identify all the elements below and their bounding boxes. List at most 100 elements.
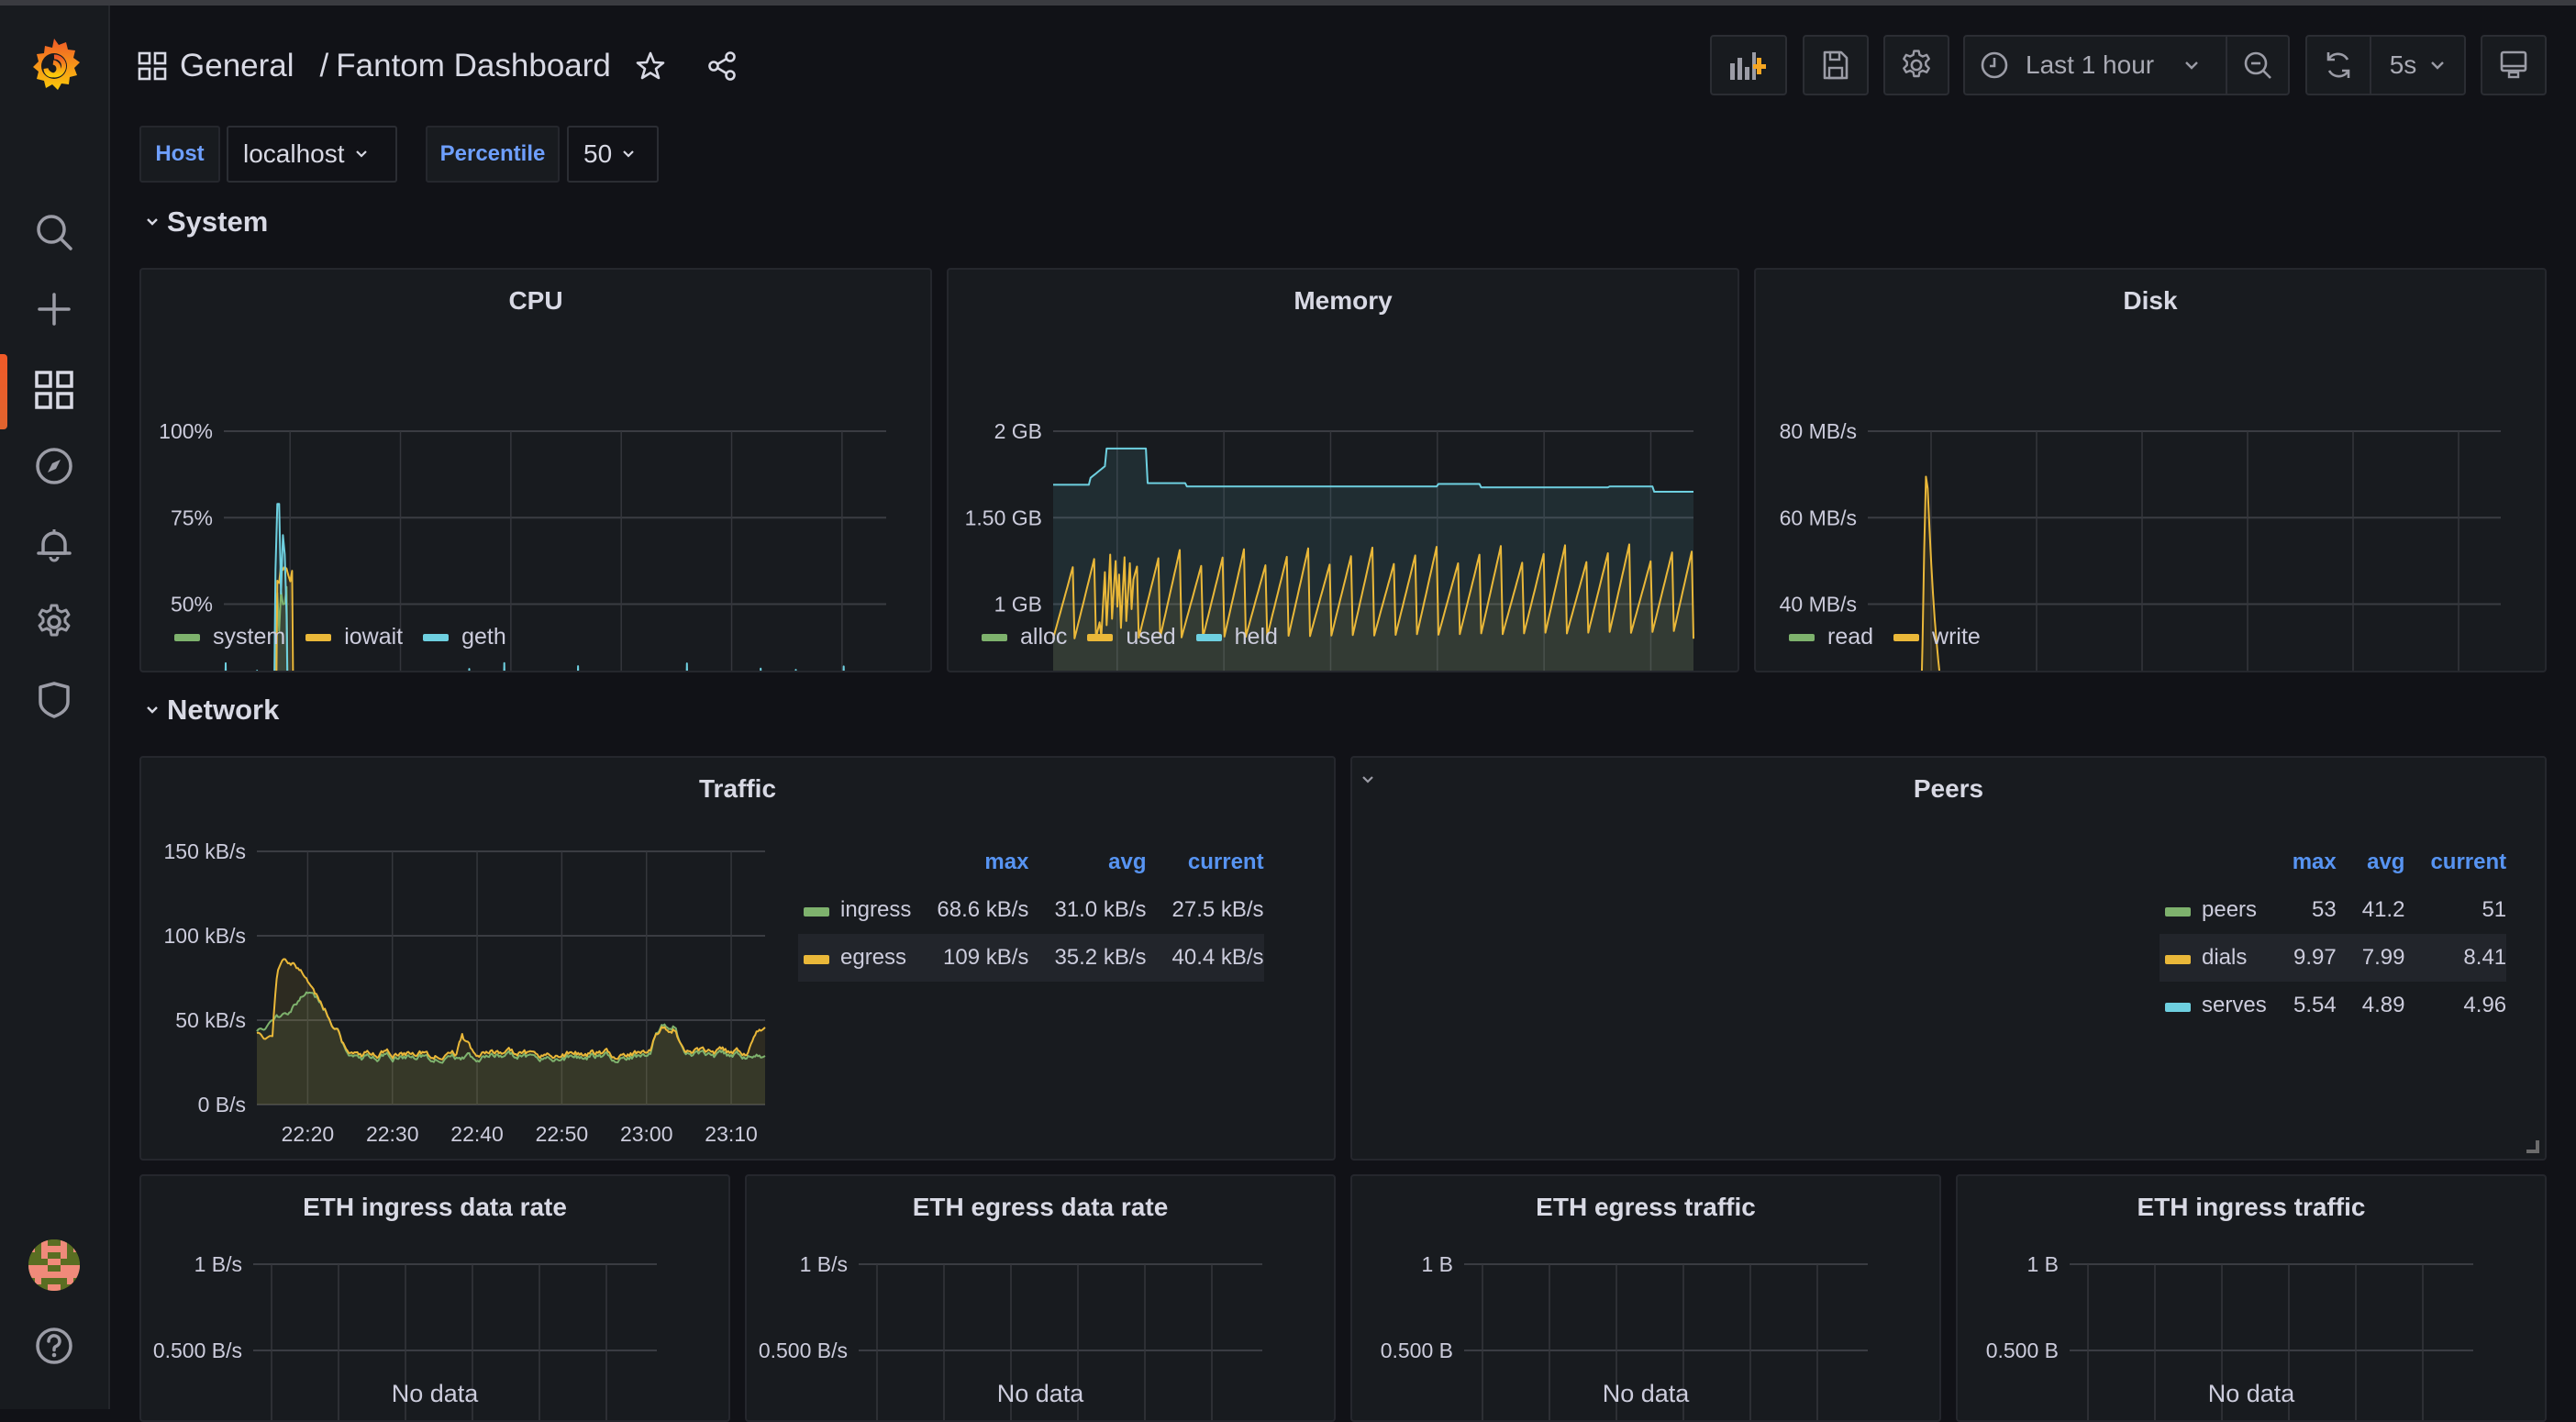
panel-eth-ingress-data-rate[interactable]: ETH ingress data rate 0.500 B/s 1 B/s No … [139,1174,730,1422]
resize-handle[interactable] [2526,1140,2539,1153]
tv-mode-button[interactable] [2481,35,2547,95]
x-tick-label: 23:00 [620,1122,673,1146]
clock-icon [1981,51,2008,79]
plus-icon [38,293,71,326]
legend-swatch [982,633,1007,641]
legend-item-read[interactable]: read [1789,624,1873,650]
row-system-title: System [167,206,269,238]
grafana-logo[interactable] [26,35,83,95]
y-tick-label: 60 MB/s [1780,505,1857,529]
legend-column-avg[interactable]: avg [1028,839,1146,886]
cpu-chart: 0%25%50%75%100%22:2022:3022:4022:5023:00… [159,419,886,671]
refresh-icon [2326,52,2350,78]
breadcrumb-folder[interactable]: General [180,48,294,84]
dashboards-icon [35,371,73,409]
variable-host-select[interactable]: localhost [227,126,397,183]
memory-chart: 0 B500 MB1 GB1.50 GB2 GB22:2022:3022:402… [965,419,1694,671]
y-tick-label: 0.500 B [1381,1339,1453,1362]
save-dashboard-button[interactable] [1803,35,1869,95]
y-tick-label: 1 B/s [194,1252,242,1276]
panel-memory[interactable]: Memory 0 B500 MB1 GB1.50 GB2 GB22:2022:3… [947,268,1739,672]
user-avatar[interactable] [28,1239,80,1291]
legend-item-alloc[interactable]: alloc [982,624,1067,650]
panel-peers[interactable]: Peers 020406022:2022:3022:4022:5023:0023… [1350,756,2547,1161]
legend-item-system[interactable]: system [174,624,285,650]
legend-header-row: max avg current [798,839,1264,886]
row-system-header[interactable]: System [145,206,268,239]
chevron-down-icon [355,150,367,158]
legend-column-max[interactable]: max [2267,839,2337,886]
legend-swatch [423,633,450,641]
panel-eth-egress-data-rate[interactable]: ETH egress data rate 0.500 B/s 1 B/s No d… [745,1174,1336,1422]
legend-value-avg: 4.89 [2361,993,2405,1017]
x-tick-label: 22:50 [536,1122,589,1146]
legend-column-blank [2198,839,2267,886]
legend-swatch [1789,633,1815,641]
legend-value-avg: 35.2 kB/s [1028,934,1147,982]
sidebar-item-search[interactable] [31,209,77,255]
sidebar-item-alerting[interactable] [31,521,77,567]
series-line-iowait [275,563,294,671]
dashboard-settings-button[interactable] [1883,35,1949,95]
panel-cpu[interactable]: CPU 0%25%50%75%100%22:2022:3022:4022:502… [139,268,932,672]
legend-column-max[interactable]: max [911,839,1028,886]
legend-swatch [174,633,200,641]
sidebar-item-create[interactable] [31,286,77,332]
variable-percentile-label: Percentile [426,126,560,183]
disk-chart: 0 B/s20 MB/s40 MB/s60 MB/s80 MB/s22:2022… [1780,419,2501,671]
add-panel-icon [1730,52,1766,80]
panel-traffic[interactable]: Traffic 0 B/s 50 kB/s 100 kB/s 150 kB/s 22:2… [139,756,1336,1161]
legend-row-peers[interactable]: peers 53 41.2 51 [2160,886,2506,934]
legend-label: egress [837,934,912,982]
legend-swatch [2160,934,2198,982]
time-range-picker[interactable]: Last 1 hour [1963,35,2227,95]
legend-item-iowait[interactable]: iowait [305,624,403,650]
panel-eth-egress-traffic[interactable]: ETH egress traffic 0.500 B1 B No data [1350,1174,1941,1422]
add-panel-button[interactable] [1710,35,1787,95]
legend-value-current: 4.96 [2463,993,2507,1017]
legend-value-max: 5.54 [2293,993,2337,1017]
sidebar-item-server-admin[interactable] [31,677,77,723]
zoom-out-icon [2244,51,2271,79]
refresh-interval-picker[interactable]: 5s [2370,35,2466,95]
sidebar-item-configuration[interactable] [31,599,77,645]
legend-table: max avg current ingress 68.6 kB/s 31.0 kB/s 27… [798,839,1264,982]
legend-item-geth[interactable]: geth [423,624,506,650]
legend-row-ingress[interactable]: ingress 68.6 kB/s 31.0 kB/s 27.5 kB/s [798,886,1264,934]
legend-item-held[interactable]: held [1195,624,1278,650]
star-icon[interactable] [635,50,666,82]
variable-percentile-value: 50 [583,139,613,168]
chevron-down-icon [623,150,634,158]
legend-value-current: 27.5 kB/s [1171,897,1264,922]
legend-row-dials[interactable]: dials 9.97 7.99 8.41 [2160,934,2507,982]
row-network-header[interactable]: Network [145,694,279,727]
share-icon[interactable] [706,50,738,82]
dashboard-title[interactable]: Fantom Dashboard [336,48,611,84]
y-tick-label: 1 B/s [800,1252,848,1276]
legend-swatch [798,886,837,934]
legend-column-current[interactable]: current [1147,839,1264,886]
legend-item-used[interactable]: used [1087,624,1176,650]
refresh-button[interactable] [2305,35,2371,95]
legend-label: geth [461,624,506,650]
legend-label: system [213,624,286,650]
chevron-down-icon [2431,61,2445,70]
legend-item-write[interactable]: write [1893,624,1981,650]
variable-percentile-select[interactable]: 50 [567,126,659,183]
panel-disk[interactable]: Disk 0 B/s20 MB/s40 MB/s60 MB/s80 MB/s22… [1754,268,2547,672]
legend-row-egress[interactable]: egress 109 kB/s 35.2 kB/s 40.4 kB/s [798,934,1264,982]
legend-swatch [305,633,332,641]
panel-eth-ingress-traffic[interactable]: ETH ingress traffic 0.500 B1 B No data [1956,1174,2547,1422]
legend: system iowait geth [174,624,506,650]
y-tick-label: 50% [171,593,213,617]
y-tick-label: 80 MB/s [1780,419,1857,443]
variable-host-label: Host [139,126,220,183]
zoom-out-button[interactable] [2226,35,2290,95]
sidebar-item-explore[interactable] [31,443,77,489]
sidebar-item-dashboards[interactable] [31,367,77,413]
legend-row-serves[interactable]: serves 5.54 4.89 4.96 [2160,982,2506,1029]
sidebar-item-help[interactable] [31,1323,77,1369]
legend-column-avg[interactable]: avg [2337,839,2404,886]
legend-column-current[interactable]: current [2404,839,2506,886]
active-indicator [0,354,7,429]
